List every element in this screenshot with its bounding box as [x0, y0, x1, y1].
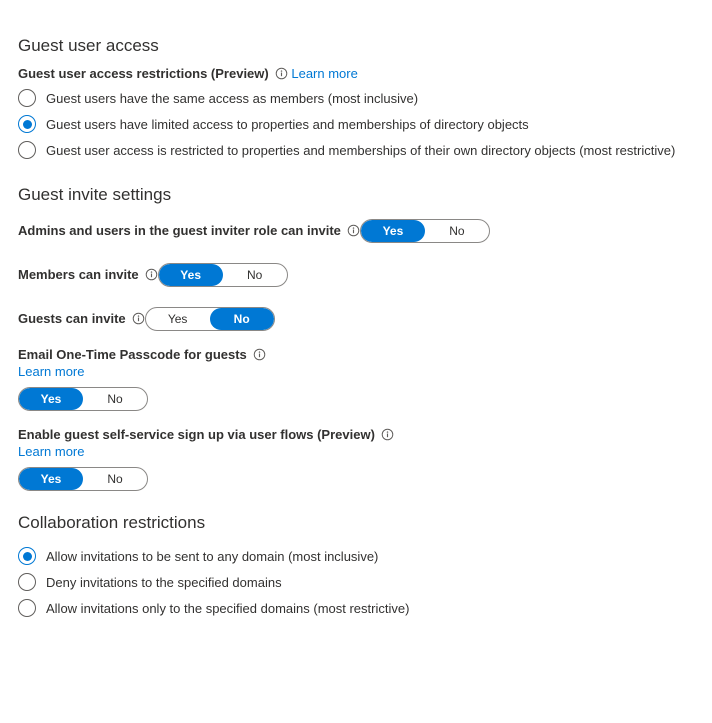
toggle-yes[interactable]: Yes: [361, 220, 425, 242]
toggle-yes[interactable]: Yes: [146, 308, 210, 330]
toggle-label-text: Guests can invite: [18, 311, 126, 326]
guest-invite-settings-heading: Guest invite settings: [18, 185, 694, 205]
radio-button-icon: [18, 599, 36, 617]
guest-user-access-heading: Guest user access: [18, 36, 694, 56]
toggle-label: Enable guest self-service sign up via us…: [18, 427, 394, 442]
toggle-label-text: Members can invite: [18, 267, 139, 282]
info-icon[interactable]: [132, 312, 145, 325]
radio-button-icon: [18, 141, 36, 159]
toggle-no[interactable]: No: [83, 388, 147, 410]
guest-access-restriction-option-0[interactable]: Guest users have the same access as memb…: [18, 85, 694, 111]
yes-no-toggle[interactable]: YesNo: [145, 307, 275, 331]
toggle-field-0: Admins and users in the guest inviter ro…: [18, 215, 694, 243]
learn-more-link[interactable]: Learn more: [18, 444, 84, 459]
guest-access-restrictions-label: Guest user access restrictions (Preview): [18, 66, 288, 81]
radio-label: Guest user access is restricted to prope…: [46, 143, 675, 158]
yes-no-toggle[interactable]: YesNo: [360, 219, 490, 243]
toggle-label-text: Admins and users in the guest inviter ro…: [18, 223, 341, 238]
toggle-no[interactable]: No: [223, 264, 287, 286]
info-icon[interactable]: [145, 268, 158, 281]
toggle-label: Email One-Time Passcode for guests: [18, 347, 266, 362]
collab-restriction-option-1[interactable]: Deny invitations to the specified domain…: [18, 569, 694, 595]
toggle-label: Guests can invite: [18, 311, 145, 326]
collab-restriction-option-0[interactable]: Allow invitations to be sent to any doma…: [18, 543, 694, 569]
guest-access-restrictions-label-text: Guest user access restrictions (Preview): [18, 66, 269, 81]
radio-button-icon: [18, 547, 36, 565]
toggle-label-text: Enable guest self-service sign up via us…: [18, 427, 375, 442]
guest-access-restrictions-radio-group: Guest users have the same access as memb…: [18, 85, 694, 163]
toggle-field-1: Members can invite YesNo: [18, 259, 694, 287]
radio-button-icon: [18, 573, 36, 591]
toggle-yes[interactable]: Yes: [159, 264, 223, 286]
collaboration-restrictions-radio-group: Allow invitations to be sent to any doma…: [18, 543, 694, 621]
info-icon[interactable]: [381, 428, 394, 441]
guest-access-restriction-option-2[interactable]: Guest user access is restricted to prope…: [18, 137, 694, 163]
toggle-label-text: Email One-Time Passcode for guests: [18, 347, 247, 362]
toggle-label: Admins and users in the guest inviter ro…: [18, 223, 360, 238]
toggle-no[interactable]: No: [425, 220, 489, 242]
toggle-field-3: Email One-Time Passcode for guests Learn …: [18, 347, 694, 411]
toggle-label: Members can invite: [18, 267, 158, 282]
yes-no-toggle[interactable]: YesNo: [158, 263, 288, 287]
collaboration-restrictions-heading: Collaboration restrictions: [18, 513, 694, 533]
guest-access-learn-more-link[interactable]: Learn more: [291, 66, 357, 81]
learn-more-link[interactable]: Learn more: [18, 364, 84, 379]
radio-label: Allow invitations to be sent to any doma…: [46, 549, 378, 564]
radio-label: Deny invitations to the specified domain…: [46, 575, 282, 590]
toggle-no[interactable]: No: [83, 468, 147, 490]
info-icon[interactable]: [253, 348, 266, 361]
radio-label: Allow invitations only to the specified …: [46, 601, 409, 616]
radio-label: Guest users have limited access to prope…: [46, 117, 529, 132]
toggle-yes[interactable]: Yes: [19, 468, 83, 490]
yes-no-toggle[interactable]: YesNo: [18, 387, 148, 411]
guest-access-restriction-option-1[interactable]: Guest users have limited access to prope…: [18, 111, 694, 137]
toggle-no[interactable]: No: [210, 308, 274, 330]
toggle-yes[interactable]: Yes: [19, 388, 83, 410]
toggle-field-4: Enable guest self-service sign up via us…: [18, 427, 694, 491]
info-icon[interactable]: [347, 224, 360, 237]
info-icon[interactable]: [275, 67, 288, 80]
collab-restriction-option-2[interactable]: Allow invitations only to the specified …: [18, 595, 694, 621]
radio-button-icon: [18, 115, 36, 133]
radio-button-icon: [18, 89, 36, 107]
toggle-field-2: Guests can invite YesNo: [18, 303, 694, 331]
yes-no-toggle[interactable]: YesNo: [18, 467, 148, 491]
radio-label: Guest users have the same access as memb…: [46, 91, 418, 106]
